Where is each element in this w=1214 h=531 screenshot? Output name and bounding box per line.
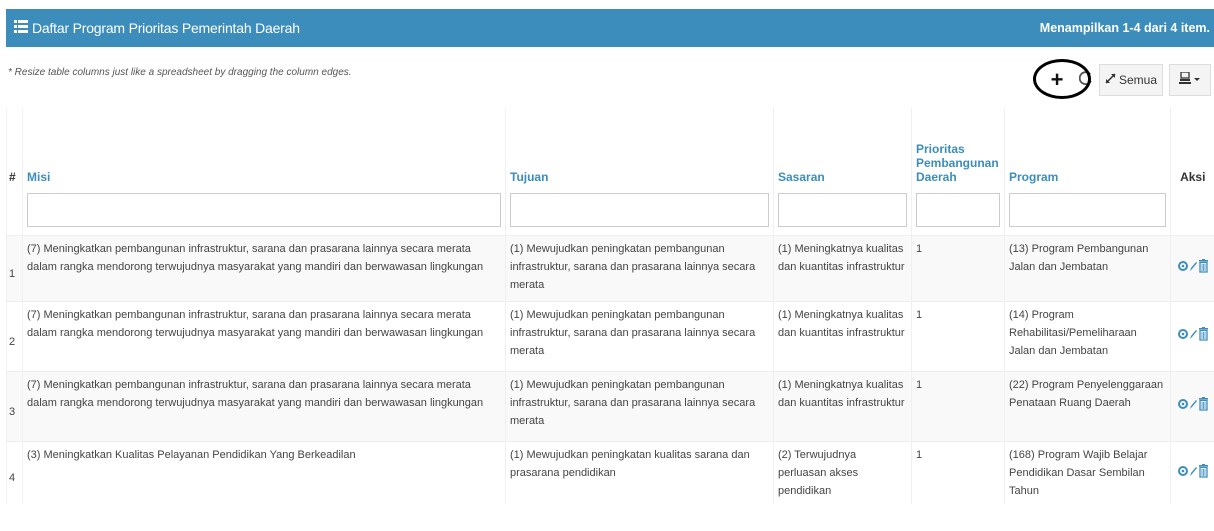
cell-tujuan: (1) Mewujudkan peningkatan pembangunan i… [505,371,774,442]
row-number: 2 [6,301,23,372]
cell-actions [1170,301,1214,372]
filter-cell-prioritas [911,188,1005,236]
cell-misi: (7) Meningkatkan pembangunan infrastrukt… [22,371,506,442]
column-header-misi[interactable]: Misi [22,108,506,188]
edit-icon[interactable] [1189,398,1198,410]
cell-tujuan: (1) Mewujudkan peningkatan kualitas sara… [505,441,774,504]
cell-sasaran: (1) Meningkatnya kualitas dan kuantitas … [773,235,912,302]
filter-cell-sasaran [773,188,912,236]
filter-cell-misi [22,188,506,236]
cell-actions [1170,235,1214,302]
delete-icon[interactable] [1198,397,1208,411]
cell-tujuan: (1) Mewujudkan peningkatan pembangunan i… [505,301,774,372]
filter-cell-empty [6,188,23,236]
show-all-button[interactable]: Semua [1099,64,1163,96]
row-number: 4 [6,441,23,504]
edit-icon[interactable] [1189,465,1198,477]
row-number: 1 [6,235,23,302]
filter-cell-program [1004,188,1171,236]
delete-icon[interactable] [1198,327,1208,341]
table-row: 2 (7) Meningkatkan pembangunan infrastru… [6,301,1214,372]
delete-icon[interactable] [1198,259,1208,273]
expand-icon [1105,73,1116,87]
export-button[interactable] [1169,64,1211,96]
export-icon [1179,70,1201,89]
cell-program: (13) Program Pembangunan Jalan dan Jemba… [1004,235,1171,302]
cell-sasaran: (1) Meningkatnya kualitas dan kuantitas … [773,301,912,372]
cell-tujuan: (1) Mewujudkan peningkatan pembangunan i… [505,235,774,302]
filter-tujuan-input[interactable] [510,193,769,227]
cell-actions [1170,441,1214,504]
filter-misi-input[interactable] [27,193,501,227]
column-header-aksi: Aksi [1170,108,1214,188]
cell-program: (22) Program Penyelenggaraan Penataan Ru… [1004,371,1171,442]
table-row: 1 (7) Meningkatkan pembangunan infrastru… [6,235,1214,302]
show-all-label: Semua [1118,73,1158,87]
cell-program: (14) Program Rehabilitasi/Pemeliharaan J… [1004,301,1171,372]
table-row: 3 (7) Meningkatkan pembangunan infrastru… [6,371,1214,442]
cell-prioritas: 1 [911,235,1005,302]
list-icon [14,9,28,47]
cell-misi: (7) Meningkatkan pembangunan infrastrukt… [22,235,506,302]
cell-program: (168) Program Wajib Belajar Pendidikan D… [1004,441,1171,504]
filter-sasaran-input[interactable] [778,193,907,227]
cell-prioritas: 1 [911,441,1005,504]
annotation-circle [1033,59,1091,99]
filter-cell-tujuan [505,188,774,236]
column-header-prioritas[interactable]: Prioritas Pembangunan Daerah [911,108,1005,188]
column-header-tujuan[interactable]: Tujuan [505,108,774,188]
cell-actions [1170,371,1214,442]
table-row: 4 (3) Meningkatkan Kualitas Pelayanan Pe… [6,441,1214,504]
cell-misi: (3) Meningkatkan Kualitas Pelayanan Pend… [22,441,506,504]
column-header-number: # [6,108,23,188]
panel-title: Daftar Program Prioritas Pemerintah Daer… [14,9,300,47]
filter-prioritas-input[interactable] [916,193,1000,227]
cell-prioritas: 1 [911,301,1005,372]
panel-heading: Daftar Program Prioritas Pemerintah Daer… [6,9,1214,47]
cell-sasaran: (1) Meningkatnya kualitas dan kuantitas … [773,371,912,442]
view-icon[interactable] [1177,398,1188,410]
panel-title-text: Daftar Program Prioritas Pemerintah Daer… [32,20,300,36]
cell-misi: (7) Meningkatkan pembangunan infrastrukt… [22,301,506,372]
edit-icon[interactable] [1189,328,1198,340]
column-header-sasaran[interactable]: Sasaran [773,108,912,188]
row-number: 3 [6,371,23,442]
column-header-program[interactable]: Program [1004,108,1171,188]
filter-cell-aksi [1170,188,1214,236]
edit-icon[interactable] [1189,260,1198,272]
filter-program-input[interactable] [1009,193,1166,227]
cell-sasaran: (2) Terwujudnya perluasan akses pendidik… [773,441,912,504]
cell-prioritas: 1 [911,371,1005,442]
resize-hint: * Resize table columns just like a sprea… [8,67,352,78]
view-icon[interactable] [1177,465,1188,477]
view-icon[interactable] [1177,260,1188,272]
program-table: # Misi Tujuan Sasaran Prioritas Pembangu… [6,108,1214,504]
view-icon[interactable] [1177,328,1188,340]
delete-icon[interactable] [1198,463,1208,478]
pagination-summary: Menampilkan 1-4 dari 4 item. [1039,21,1210,35]
